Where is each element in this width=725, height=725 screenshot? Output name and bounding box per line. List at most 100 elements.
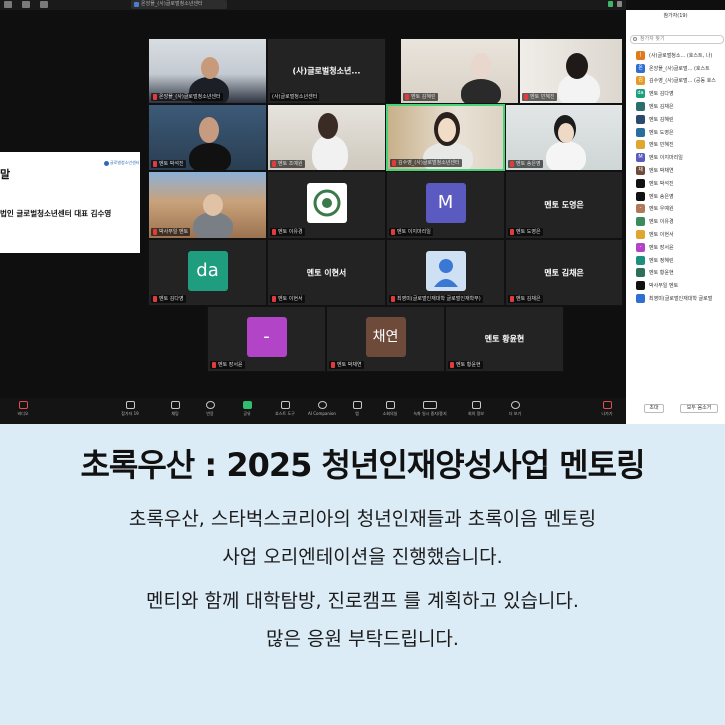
share-button[interactable]: 공유 [232, 400, 262, 422]
participant-search-input[interactable]: 참가자 찾기 [630, 35, 724, 44]
shared-window-tab[interactable]: 온앙플_(사)글로벌청소년센터 [131, 0, 227, 9]
participant-row[interactable]: 멘토 민혜진 [636, 139, 725, 152]
mic-muted-icon [510, 296, 514, 302]
video-tile[interactable]: 멘토 김채은 멘토 김채은 [505, 239, 623, 306]
participant-row[interactable]: 온 온앙플_(사)글로벌... (호스트 [636, 62, 725, 75]
video-tile[interactable]: 멘토 이유경 [267, 171, 386, 239]
slide-body: 법인 글로벌청소년센터 대표 김수영 [0, 209, 112, 218]
tile-name-tag: 멘토 장서윤 [210, 361, 245, 369]
video-tile[interactable]: M 멘토 이지마리일 [386, 171, 505, 239]
ai-companion-button[interactable]: AI Companion [305, 400, 339, 422]
participants-button[interactable]: 참가자 19 [115, 400, 145, 422]
participant-row[interactable]: 멘토 김혜린 [636, 113, 725, 126]
pause-stop-icon [423, 401, 437, 409]
participant-list: ((사)글로벌청소... (호스트, 나) 온 온앙플_(사)글로벌... (호스트… [636, 49, 725, 305]
video-tile[interactable]: (사)글로벌청소년... (사)글로벌청소년센터 [267, 38, 386, 104]
participant-row[interactable]: 멘토 김채은 [636, 100, 725, 113]
participant-row[interactable]: - 멘토 우예원 [636, 203, 725, 216]
tile-name-tag: 박사무일 멘토 [151, 228, 191, 236]
participant-row[interactable]: ((사)글로벌청소... (호스트, 나) [636, 49, 725, 62]
breakout-rooms-button[interactable]: 소회의실 [375, 400, 405, 422]
shield-icon [280, 401, 290, 409]
caption-line: 멘티와 함께 대학탐방, 진로캠프 를 계획하고 있습니다. [146, 590, 579, 612]
participant-head [566, 53, 588, 79]
status-icon[interactable] [608, 1, 613, 7]
participant-figure [193, 212, 233, 238]
participant-row[interactable]: 멘토 황윤현 [636, 267, 725, 280]
logo-mark-icon [104, 160, 109, 166]
video-tile[interactable]: 멘토 박석진 [148, 104, 267, 171]
video-tile[interactable]: 멘토 황윤현 멘토 황윤현 [445, 306, 564, 372]
participant-head [203, 194, 223, 216]
participant-head [199, 117, 219, 143]
participant-row[interactable]: 최영미(글로벌인재대학 글로벌 [636, 292, 725, 305]
tile-center-name: 멘토 도영은 [544, 200, 584, 210]
participant-row[interactable]: da 멘토 김다영 [636, 87, 725, 100]
participant-face [438, 118, 456, 142]
tile-avatar: M [425, 183, 466, 223]
mic-muted-icon [510, 161, 514, 167]
video-tile[interactable]: 멘토 민혜진 [519, 38, 623, 104]
participant-name: 멘토 김채은 [649, 104, 674, 111]
recording-button[interactable]: 녹화 일시 중지/중지 [408, 400, 452, 422]
mute-all-button[interactable]: 모두 음소거 [680, 404, 718, 413]
more-button[interactable]: 더 보기 [500, 400, 530, 422]
video-tile[interactable]: 온앙플_(사)글로벌청소년센터 [148, 38, 267, 104]
window-icon [134, 2, 139, 7]
video-tile[interactable]: 채연 멘토 박채연 [326, 306, 445, 372]
view-icon[interactable] [40, 1, 48, 8]
video-off-icon [18, 401, 28, 409]
participant-row[interactable]: - 멘토 장서윤 [636, 241, 725, 254]
participant-name: 멘토 이지마리일 [649, 155, 683, 162]
meeting-info-button[interactable]: 회의 정보 [461, 400, 491, 422]
tile-center-name: 멘토 김채은 [544, 268, 584, 277]
video-tile[interactable]: da 멘토 김다영 [148, 239, 267, 306]
mic-muted-icon [450, 362, 454, 368]
participant-name: 멘토 민혜진 [649, 142, 674, 149]
shared-slide: 글로벌청소년센터 말 법인 글로벌청소년센터 대표 김수영 [0, 152, 140, 253]
video-tile[interactable]: 멘토 이현서 멘토 이현서 [267, 239, 386, 306]
host-tools-button[interactable]: 호스트 도구 [270, 400, 300, 422]
participant-avatar [636, 191, 645, 201]
video-tile[interactable]: 박사무일 멘토 [148, 171, 267, 239]
participant-avatar [636, 217, 645, 227]
chat-button[interactable]: 채팅 [160, 400, 190, 422]
participant-row[interactable]: 멘토 정혜린 [636, 254, 725, 267]
tile-center-name: (사)글로벌청소년... [292, 66, 361, 76]
video-tile[interactable]: 멘토 송은영 [505, 104, 623, 171]
participant-name: 멘토 황윤현 [649, 270, 674, 277]
participant-row[interactable]: 멘토 송은영 [636, 190, 725, 203]
security-icon[interactable] [22, 1, 30, 8]
tile-name-tag: 온앙플_(사)글로벌청소년센터 [151, 93, 223, 101]
video-tile[interactable]: 멘토 김혜린 [400, 38, 519, 104]
leave-button[interactable]: 나가기 [592, 400, 622, 422]
participant-row[interactable]: 채 멘토 박채연 [636, 164, 725, 177]
app-icon[interactable] [4, 1, 12, 8]
invite-button[interactable]: 초대 [644, 404, 664, 413]
video-tile[interactable]: 멘토 조예원 [267, 104, 386, 171]
shared-window-title: 온앙플_(사)글로벌청소년센터 [141, 1, 203, 7]
participant-name: 멘토 이현서 [649, 232, 674, 239]
tile-name-tag: 멘토 김혜린 [403, 93, 438, 101]
participant-row[interactable]: 멘토 도영은 [636, 126, 725, 139]
participant-row[interactable]: M 멘토 이지마리일 [636, 151, 725, 164]
participant-row[interactable]: 멘토 박석진 [636, 177, 725, 190]
caption-line: 초록우산, 스타벅스코리아의 청년인재들과 초록이음 멘토링 [128, 508, 597, 530]
video-button[interactable]: 비디오 [8, 400, 38, 422]
participant-avatar [636, 230, 645, 240]
apps-button[interactable]: 앱 [342, 400, 372, 422]
video-tile[interactable]: - 멘토 장서윤 [207, 306, 326, 372]
participant-row[interactable]: 김 김수영_(사)글로벌... (공동 호스 [636, 75, 725, 88]
reactions-button[interactable]: 반응 [195, 400, 225, 422]
mic-muted-icon [272, 296, 276, 302]
participant-row[interactable]: 박사무일 멘토 [636, 279, 725, 292]
video-tile[interactable]: 최영미(글로벌인재대학 글로벌인재학부) [386, 239, 505, 306]
participant-row[interactable]: 멘토 이유경 [636, 215, 725, 228]
video-tile[interactable]: 멘토 도영은 멘토 도영은 [505, 171, 623, 239]
video-tile-active-speaker[interactable]: 김수영_(사)글로벌청소년센터 [386, 104, 505, 171]
participant-row[interactable]: 멘토 이현서 [636, 228, 725, 241]
menu-icon[interactable] [617, 1, 622, 7]
participant-avatar: M [636, 153, 645, 163]
participant-avatar [636, 114, 645, 124]
participant-head [471, 53, 491, 79]
